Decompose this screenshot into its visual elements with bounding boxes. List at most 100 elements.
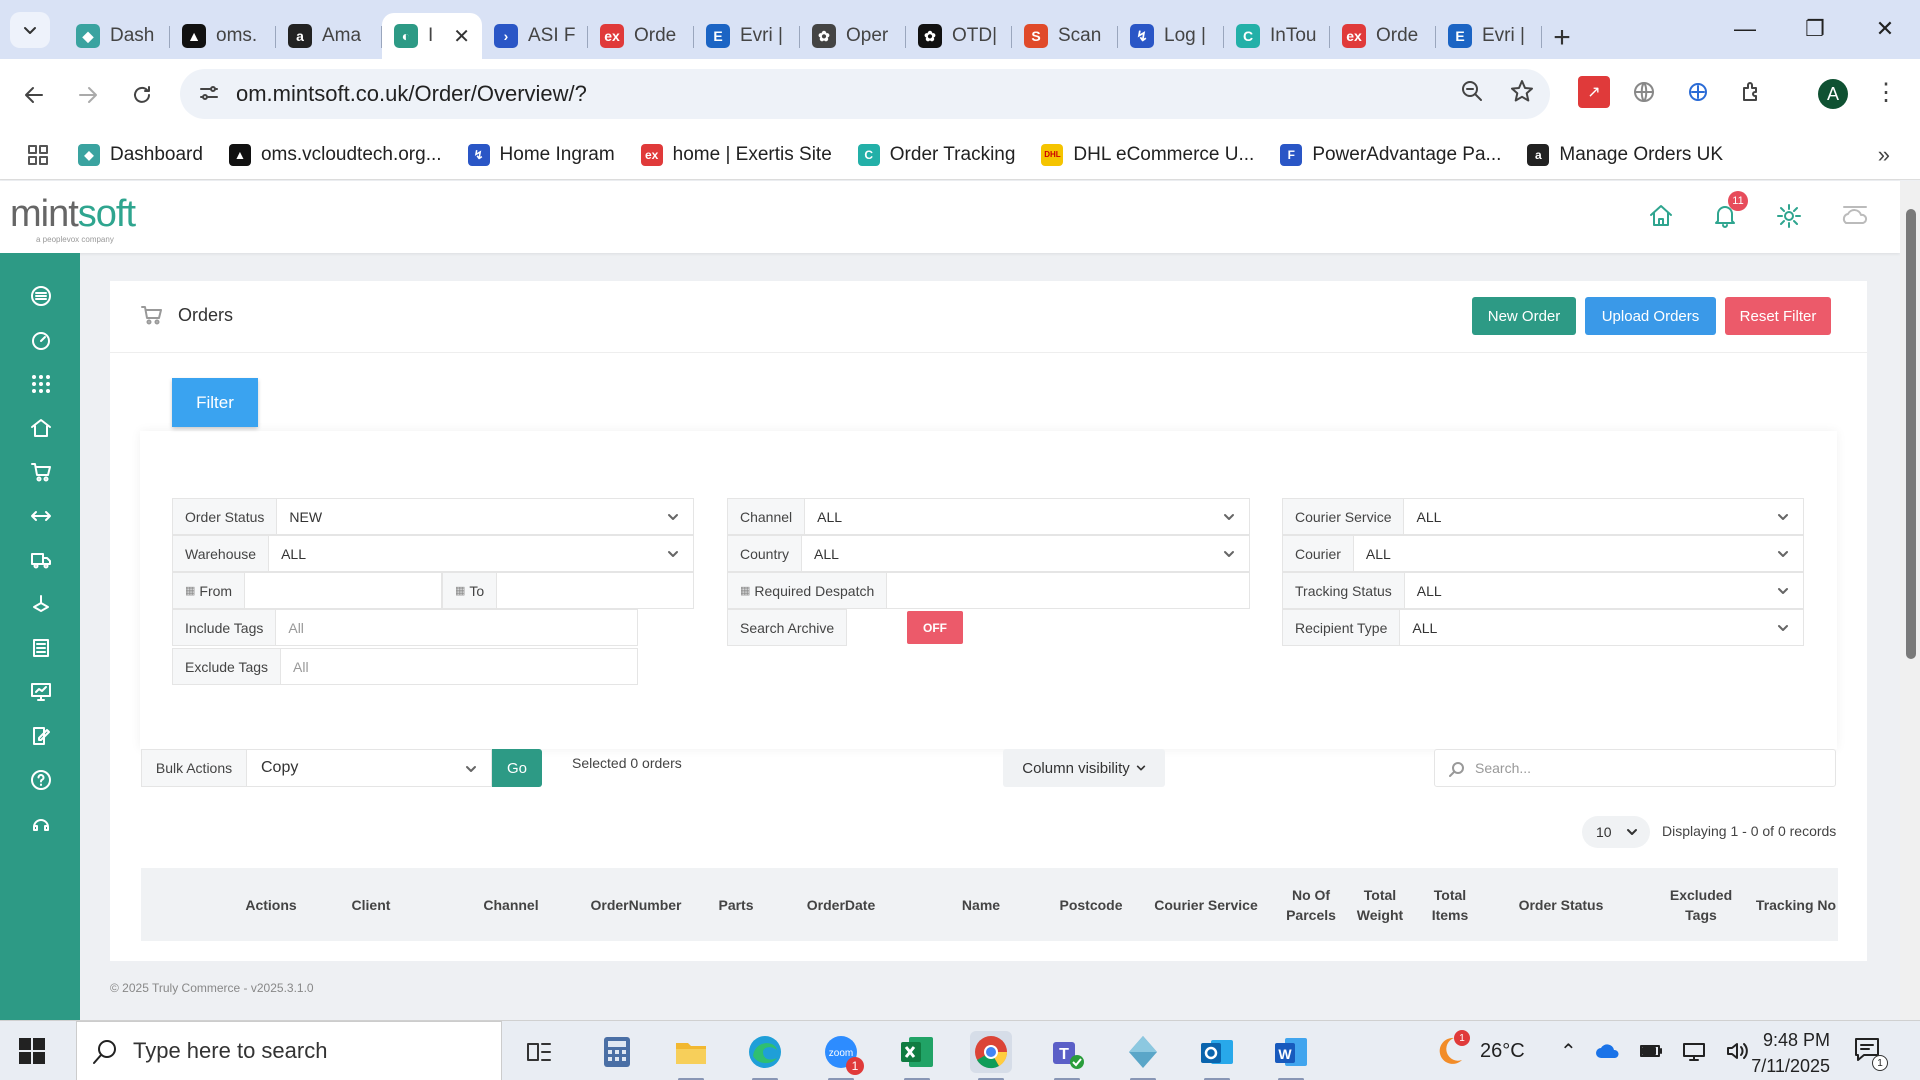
bookmark-dashboard[interactable]: ◆ Dashboard (78, 143, 203, 166)
tab-6[interactable]: E Evri | (694, 13, 800, 59)
tab-4[interactable]: › ASI F (482, 13, 588, 59)
exclude-tags-input[interactable]: Exclude Tags All (172, 648, 638, 685)
tracking-status-select[interactable]: Tracking Status ALL (1282, 572, 1804, 609)
bookmark-order-tracking[interactable]: C Order Tracking (857, 143, 1015, 166)
weather-widget[interactable]: 1 26°C (1432, 1021, 1525, 1080)
column-header[interactable]: Channel (471, 868, 551, 941)
bookmarks-overflow-icon[interactable]: » (1878, 142, 1890, 168)
sidebar-apps-icon[interactable] (28, 371, 54, 397)
recipient-type-select[interactable]: Recipient Type ALL (1282, 609, 1804, 646)
system-clock[interactable]: 9:48 PM 7/11/2025 (1738, 1027, 1830, 1079)
country-select[interactable]: Country ALL (727, 535, 1250, 572)
tab-search-button[interactable] (10, 12, 50, 48)
outlook-icon[interactable] (1196, 1031, 1238, 1080)
bookmark-home-ingram[interactable]: ↯ Home Ingram (467, 143, 615, 166)
table-search-input[interactable]: Search... (1434, 749, 1836, 787)
tab-12[interactable]: ex Orde (1330, 13, 1436, 59)
courier-service-select[interactable]: Courier Service ALL (1282, 498, 1804, 535)
include-tags-input[interactable]: Include Tags All (172, 609, 638, 646)
sidebar-inventory-icon[interactable] (28, 635, 54, 661)
chrome-icon[interactable] (970, 1031, 1012, 1080)
page-scrollbar[interactable] (1900, 181, 1920, 1020)
from-date-field[interactable]: ▦ From (172, 572, 442, 609)
search-archive-toggle[interactable]: OFF (907, 611, 963, 644)
sidebar-home-icon[interactable] (28, 415, 54, 441)
to-date-field[interactable]: ▦ To (442, 572, 694, 609)
bookmark-star-icon[interactable] (1510, 79, 1534, 103)
network-icon[interactable] (1681, 1041, 1707, 1061)
teams-icon[interactable]: T (1046, 1031, 1088, 1080)
column-visibility-button[interactable]: Column visibility (1003, 749, 1165, 787)
tab-10[interactable]: ↯ Log | (1118, 13, 1224, 59)
tab-5[interactable]: ex Orde (588, 13, 694, 59)
tab-8[interactable]: ✿ OTD| (906, 13, 1012, 59)
notification-center-icon[interactable]: 1 (1852, 1035, 1888, 1071)
courier-select[interactable]: Courier ALL (1282, 535, 1804, 572)
bookmark-oms[interactable]: ▲ oms.vcloudtech.org... (228, 143, 442, 166)
excel-icon[interactable] (896, 1031, 938, 1080)
tab-11[interactable]: C InTou (1224, 13, 1330, 59)
home-icon[interactable] (1648, 203, 1674, 229)
reload-button[interactable] (122, 75, 162, 115)
sidebar-returns-icon[interactable] (28, 591, 54, 617)
tray-overflow-chevron-icon[interactable]: ⌃ (1560, 1039, 1577, 1064)
battery-icon[interactable] (1639, 1041, 1663, 1061)
globe-extension-icon[interactable] (1628, 76, 1660, 108)
onedrive-cloud-icon[interactable] (1595, 1042, 1621, 1060)
close-window-icon[interactable]: ✕ (1850, 0, 1920, 58)
site-settings-icon[interactable] (198, 82, 220, 104)
new-order-button[interactable]: New Order (1472, 297, 1576, 335)
sidebar-edit-icon[interactable] (28, 723, 54, 749)
sidebar-truck-icon[interactable] (28, 547, 54, 573)
filter-toggle-button[interactable]: Filter (172, 378, 258, 427)
column-header[interactable]: Tracking No (1741, 868, 1851, 941)
restore-icon[interactable]: ❐ (1780, 0, 1850, 58)
apps-grid-icon[interactable] (26, 143, 50, 167)
browser-menu-icon[interactable]: ⋮ (1870, 76, 1902, 108)
sidebar-help-icon[interactable] (28, 767, 54, 793)
column-header[interactable]: Name (921, 868, 1041, 941)
page-size-select[interactable]: 10 (1582, 816, 1650, 848)
task-view-icon[interactable] (518, 1031, 560, 1073)
tab-close-icon[interactable]: ✕ (453, 24, 470, 49)
scrollbar-thumb[interactable] (1906, 209, 1916, 659)
column-header[interactable]: Postcode (1041, 868, 1141, 941)
tab-2[interactable]: a Ama (276, 13, 382, 59)
channel-select[interactable]: Channel ALL (727, 498, 1250, 535)
new-tab-button[interactable]: + (1542, 18, 1582, 58)
forward-button[interactable] (68, 75, 108, 115)
column-header[interactable]: Order Status (1461, 868, 1661, 941)
sidebar-support-icon[interactable] (28, 811, 54, 837)
bookmark-poweradvantage[interactable]: F PowerAdvantage Pa... (1280, 143, 1501, 166)
taskbar-search-box[interactable]: Type here to search (76, 1021, 502, 1080)
tab-3-active[interactable]: ◐ I ✕ (382, 13, 482, 59)
order-status-select[interactable]: Order Status NEW (172, 498, 694, 535)
column-header[interactable]: Client (321, 868, 421, 941)
back-button[interactable] (14, 75, 54, 115)
tab-0[interactable]: ◆ Dash (64, 13, 170, 59)
column-header[interactable]: Actions (231, 868, 311, 941)
extensions-icon[interactable] (1736, 76, 1768, 108)
profile-avatar[interactable]: A (1818, 79, 1848, 109)
zoom-app-icon[interactable]: zoom 1 (820, 1031, 864, 1080)
sidebar-menu-icon[interactable] (28, 283, 54, 309)
minimize-icon[interactable]: — (1710, 0, 1780, 58)
reset-filter-button[interactable]: Reset Filter (1725, 297, 1831, 335)
warehouse-select[interactable]: Warehouse ALL (172, 535, 694, 572)
word-icon[interactable]: W (1270, 1031, 1312, 1080)
bulk-actions-select[interactable]: Copy (246, 749, 492, 787)
sidebar-transfer-icon[interactable] (28, 503, 54, 529)
column-header[interactable]: Parts (701, 868, 771, 941)
file-explorer-icon[interactable] (670, 1031, 712, 1080)
upload-orders-button[interactable]: Upload Orders (1585, 297, 1716, 335)
user-cloud-icon[interactable] (1840, 203, 1870, 229)
gear-icon[interactable] (1776, 203, 1802, 229)
column-header[interactable]: OrderNumber (581, 868, 691, 941)
mintsoft-logo[interactable]: mintsoft a peoplevox company (10, 193, 136, 244)
tab-7[interactable]: ✿ Oper (800, 13, 906, 59)
bookmark-exertis[interactable]: ex home | Exertis Site (640, 143, 832, 166)
required-despatch-field[interactable]: ▦ Required Despatch (727, 572, 1250, 609)
bookmark-dhl[interactable]: DHL DHL eCommerce U... (1041, 143, 1254, 166)
zoom-icon[interactable] (1460, 79, 1484, 103)
extension-puzzle-blue-icon[interactable] (1682, 76, 1714, 108)
